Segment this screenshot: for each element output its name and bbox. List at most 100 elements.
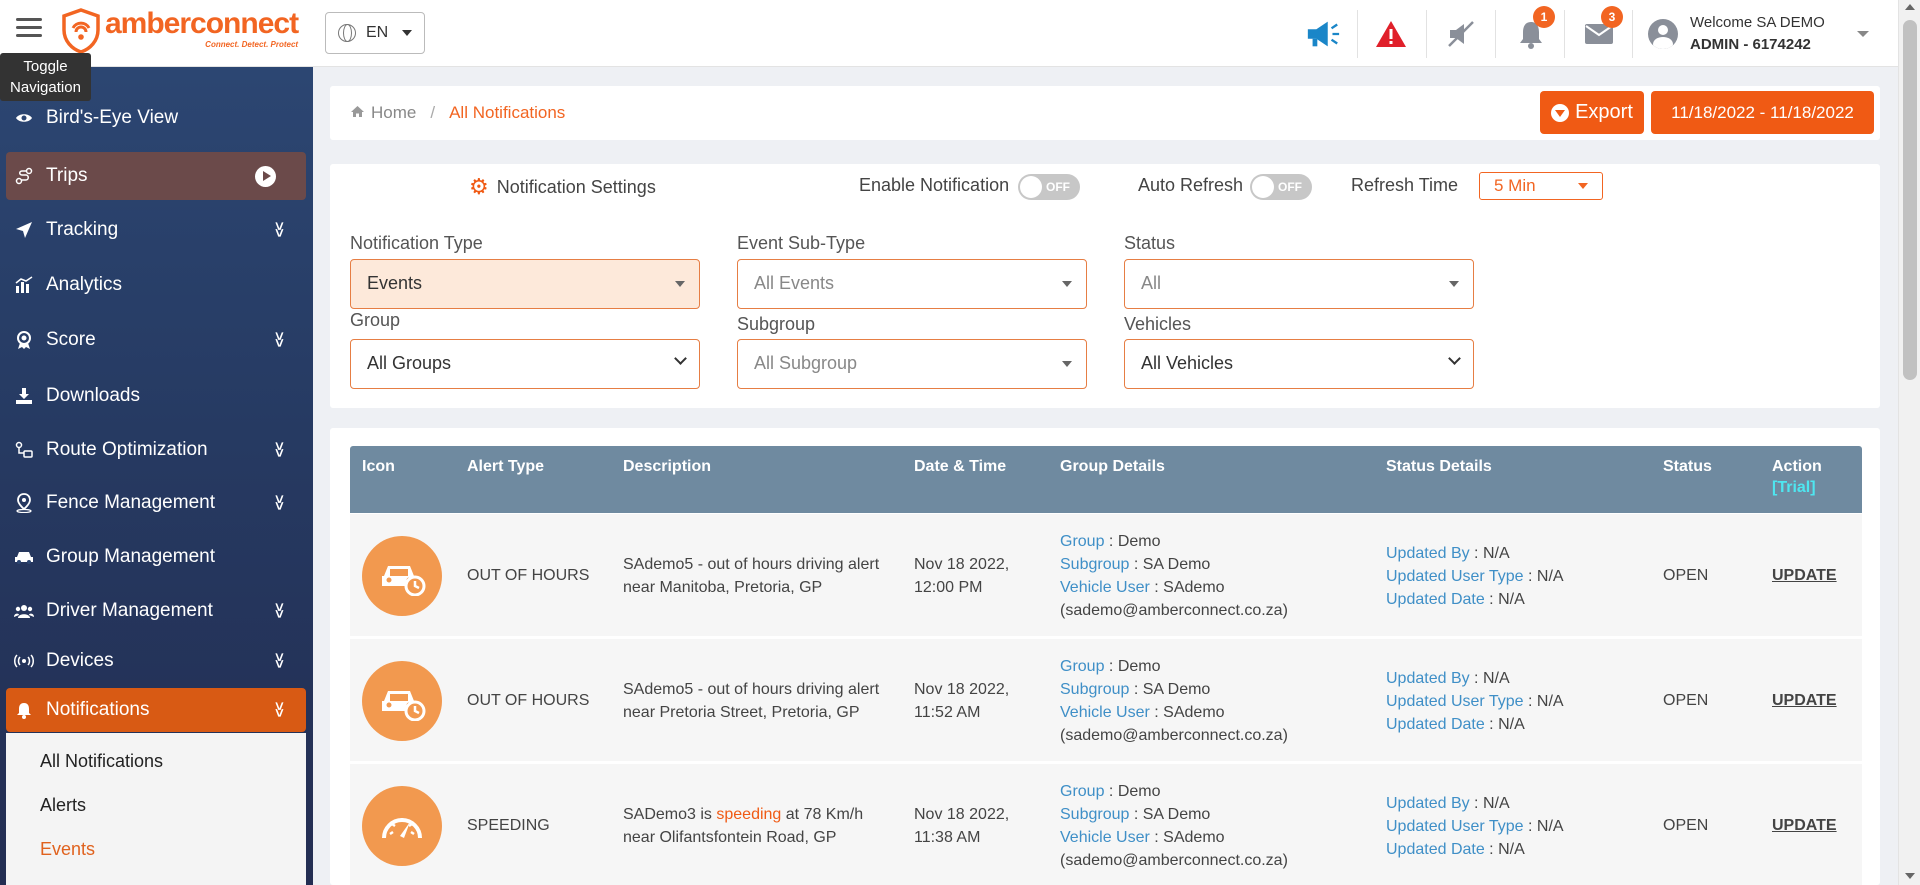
group-label: Group	[350, 310, 401, 330]
description: SAdemo5 - out of hours driving alert nea…	[623, 678, 879, 724]
chevron-double-down-icon: >>	[270, 331, 288, 346]
event-subtype-select[interactable]: All Events	[737, 259, 1087, 309]
sidebar-item-birds-eye-view[interactable]: Bird's-Eye View	[6, 94, 306, 142]
user-welcome: Welcome SA DEMO	[1690, 14, 1825, 31]
hamburger-menu-icon[interactable]	[16, 18, 42, 40]
scroll-up-arrow-icon[interactable]	[1905, 4, 1915, 10]
sidebar-item-label: Fence Management	[46, 492, 215, 513]
submenu-item-events[interactable]: Events	[40, 839, 95, 860]
sidebar-item-driver-management[interactable]: Driver Management >>	[6, 587, 306, 635]
sidebar-item-label: Group Management	[46, 546, 215, 567]
breadcrumb-home-link[interactable]: Home	[371, 103, 416, 123]
group-details: Group : Demo Subgroup : SA Demo Vehicle …	[1060, 655, 1288, 747]
submenu-item-alerts[interactable]: Alerts	[40, 795, 86, 816]
sidebar-item-downloads[interactable]: Downloads	[6, 372, 306, 420]
updated-by-key: Updated By	[1386, 670, 1470, 687]
language-selector[interactable]: EN	[325, 12, 425, 54]
scroll-down-arrow-icon[interactable]	[1905, 873, 1915, 879]
broadcast-icon	[14, 651, 34, 671]
caret-down-icon	[1578, 183, 1588, 189]
sidebar-item-label: Driver Management	[46, 600, 213, 621]
user-menu[interactable]: Welcome SA DEMO ADMIN - 6174242	[1648, 12, 1825, 56]
scroll-thumb[interactable]	[1903, 20, 1917, 380]
status-select[interactable]: All	[1124, 259, 1474, 309]
column-header-description: Description	[623, 458, 712, 475]
description-location: near Manitoba, Pretoria, GP	[623, 579, 823, 596]
chevron-double-down-icon: >>	[270, 221, 288, 236]
separator	[1495, 10, 1496, 58]
description-line: SAdemo5 - out of hours driving alert	[623, 681, 880, 698]
update-link[interactable]: UPDATE	[1772, 689, 1837, 712]
alert-type: OUT OF HOURS	[467, 567, 590, 584]
scrollbar[interactable]	[1898, 0, 1920, 885]
auto-refresh-toggle[interactable]: OFF	[1250, 174, 1312, 200]
caret-down-icon	[1062, 361, 1072, 367]
toggle-knob	[1252, 176, 1274, 198]
enable-notification-toggle[interactable]: OFF	[1018, 174, 1080, 200]
bell-icon[interactable]: 1	[1513, 6, 1555, 52]
subgroup-select[interactable]: All Subgroup	[737, 339, 1087, 389]
notification-settings[interactable]: ⚙ Notification Settings	[469, 174, 656, 200]
update-link[interactable]: UPDATE	[1772, 564, 1837, 587]
date-time: Nov 18 2022, 11:38 AM	[914, 803, 1009, 849]
car-clock-icon	[362, 661, 442, 741]
sidebar-item-group-management[interactable]: Group Management	[6, 533, 306, 581]
updated-by-value: N/A	[1482, 795, 1510, 812]
mute-icon[interactable]	[1443, 16, 1479, 52]
sidebar-item-tracking[interactable]: Tracking >>	[6, 206, 306, 254]
notification-settings-label: Notification Settings	[496, 176, 656, 197]
sidebar-item-notifications[interactable]: Notifications >>	[6, 688, 306, 732]
sidebar-item-analytics[interactable]: Analytics	[6, 261, 306, 309]
notification-type-select[interactable]: Events	[350, 259, 700, 309]
description: SAdemo5 - out of hours driving alert nea…	[623, 553, 879, 599]
status-value: All	[1141, 273, 1162, 293]
vehicles-select[interactable]: All Vehicles	[1124, 339, 1474, 389]
description-suffix: at 78 Km/h	[781, 806, 864, 823]
download-icon	[14, 386, 34, 406]
auto-refresh-label: Auto Refresh	[1138, 175, 1244, 195]
vehicle-user-key: Vehicle User	[1060, 704, 1150, 721]
sidebar-item-devices[interactable]: Devices >>	[6, 637, 306, 685]
update-link[interactable]: UPDATE	[1772, 814, 1837, 837]
updated-by-key: Updated By	[1386, 795, 1470, 812]
group-select[interactable]: All Groups	[350, 339, 700, 389]
sidebar-item-label: Analytics	[46, 274, 123, 295]
location-arrow-icon	[14, 220, 34, 240]
notification-type-value: Events	[367, 273, 423, 293]
sidebar-item-trips[interactable]: Trips	[6, 152, 306, 200]
updated-user-type-value: N/A	[1536, 693, 1564, 710]
subgroup-key: Subgroup	[1060, 556, 1130, 573]
user-caret-down-icon[interactable]	[1857, 31, 1869, 37]
export-button[interactable]: Export	[1540, 91, 1644, 134]
sidebar-item-score[interactable]: Score >>	[6, 316, 306, 364]
separator	[1357, 10, 1358, 58]
chevron-double-down-icon: >>	[270, 494, 288, 509]
logo-name: amberconnect	[105, 7, 299, 40]
megaphone-icon[interactable]	[1305, 16, 1341, 52]
vehicle-user-email: (sademo@amberconnect.co.za)	[1060, 727, 1288, 744]
mail-icon[interactable]: 3	[1581, 6, 1623, 52]
breadcrumb-current: All Notifications	[449, 103, 566, 122]
updated-user-type-key: Updated User Type	[1386, 568, 1524, 585]
chevron-down-icon	[1448, 352, 1461, 365]
submenu-item-all-notifications[interactable]: All Notifications	[40, 751, 163, 772]
sidebar-item-fence-management[interactable]: Fence Management >>	[6, 479, 306, 527]
warning-icon[interactable]	[1373, 16, 1409, 52]
car-clock-icon	[362, 536, 442, 616]
subgroup-key: Subgroup	[1060, 681, 1130, 698]
table-row: SPEEDING SADemo3 is speeding at 78 Km/h …	[350, 764, 1862, 885]
sidebar-item-route-optimization[interactable]: Route Optimization >>	[6, 426, 306, 474]
chevron-double-down-icon: >>	[270, 602, 288, 617]
date-range-button[interactable]: 11/18/2022 - 11/18/2022	[1651, 91, 1874, 134]
refresh-time-select[interactable]: 5 Min	[1479, 172, 1603, 200]
home-icon	[350, 105, 365, 122]
bar-chart-icon	[14, 275, 34, 295]
enable-notification-label: Enable Notification	[859, 175, 1010, 195]
refresh-time-value: 5 Min	[1494, 176, 1536, 195]
car-icon	[14, 547, 34, 567]
play-icon[interactable]	[255, 166, 276, 187]
caret-down-icon	[1062, 281, 1072, 287]
updated-user-type-key: Updated User Type	[1386, 818, 1524, 835]
logo[interactable]: amberconnect Connect. Detect. Protect	[61, 7, 299, 54]
shield-logo-icon	[62, 8, 100, 54]
